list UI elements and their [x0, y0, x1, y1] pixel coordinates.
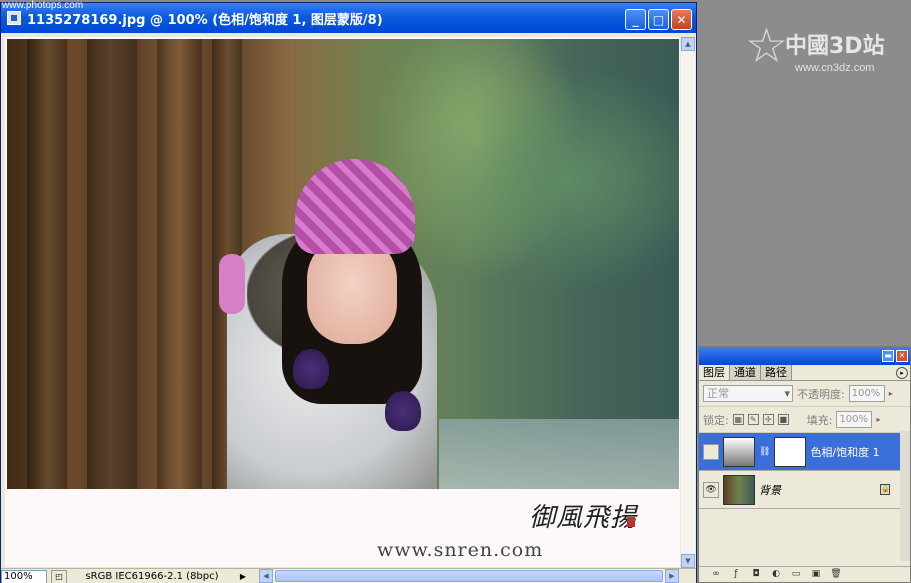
lock-brush-icon[interactable]: ✎	[747, 414, 759, 425]
layer-hue-saturation[interactable]: ⛓ 色相/饱和度 1	[699, 433, 910, 471]
photoshop-doc-icon	[7, 11, 21, 25]
layer-name: 色相/饱和度 1	[810, 445, 880, 459]
scroll-left-icon[interactable]: ◀	[259, 569, 273, 583]
maximize-button[interactable]: □	[648, 9, 669, 30]
tab-layers[interactable]: 图层	[699, 365, 730, 380]
document-titlebar[interactable]: 1135278169.jpg @ 100% (色相/饱和度 1, 图层蒙版/8)…	[1, 3, 696, 33]
new-group-icon[interactable]: ▭	[789, 569, 803, 581]
blend-row: 正常 不透明度: 100% ▸	[699, 381, 910, 407]
panel-tabs: 图层 通道 路径 ▸	[699, 365, 910, 381]
adjustment-thumbnail	[723, 436, 755, 467]
fill-arrow-icon[interactable]: ▸	[876, 415, 880, 424]
eye-icon[interactable]: 👁	[703, 481, 719, 498]
document-title: 1135278169.jpg @ 100% (色相/饱和度 1, 图层蒙版/8)	[27, 12, 383, 28]
photo-image	[7, 39, 679, 489]
new-layer-icon[interactable]: ▣	[809, 569, 823, 581]
lock-row: 锁定: ▦ ✎ ✢ ■ 填充: 100% ▸	[699, 407, 910, 433]
panel-close-icon[interactable]: ✕	[896, 350, 908, 362]
tab-channels[interactable]: 通道	[730, 365, 761, 380]
blend-mode-select[interactable]: 正常	[703, 385, 793, 402]
document-canvas[interactable]: 御風飛揚 www.snren.com	[5, 37, 680, 567]
link-icon[interactable]: ⛓	[759, 447, 770, 457]
opacity-label: 不透明度:	[797, 387, 845, 401]
panel-toolbar: ∞ ƒ ◘ ◐ ▭ ▣ 🗑	[699, 566, 910, 582]
fill-label: 填充:	[806, 413, 833, 427]
lock-label: 锁定:	[703, 413, 729, 427]
top-watermark: www.photops.com	[2, 0, 84, 11]
visibility-toggle[interactable]	[703, 443, 719, 460]
scroll-up-icon[interactable]: ▲	[681, 37, 695, 51]
logo-text: 中國3D站	[785, 34, 885, 59]
star-icon: ☆	[745, 18, 789, 74]
minimize-button[interactable]: _	[625, 9, 646, 30]
status-info-icon[interactable]: ◰	[51, 569, 67, 583]
adjustment-layer-icon[interactable]: ◐	[769, 569, 783, 581]
link-layers-icon[interactable]: ∞	[709, 569, 723, 581]
panel-minimize-icon[interactable]: ▬	[882, 350, 894, 362]
lock-transparency-icon[interactable]: ▦	[732, 414, 744, 425]
vertical-scrollbar[interactable]: ▲ ▼	[681, 37, 695, 568]
color-profile-text: sRGB IEC61966-2.1 (8bpc)	[85, 570, 219, 582]
site-logo: ☆ 中國3D站 www.cn3dz.com	[745, 8, 910, 80]
delete-layer-icon[interactable]: 🗑	[829, 569, 843, 581]
status-menu-arrow-icon[interactable]: ▶	[237, 572, 249, 581]
layer-background[interactable]: 👁 背景 🔒	[699, 471, 910, 509]
scroll-thumb[interactable]	[275, 570, 663, 582]
logo-url: www.cn3dz.com	[795, 62, 875, 74]
layer-style-icon[interactable]: ƒ	[729, 569, 743, 581]
lock-move-icon[interactable]: ✢	[762, 414, 774, 425]
opacity-field[interactable]: 100%	[848, 385, 885, 402]
background-thumbnail	[723, 474, 755, 505]
mask-thumbnail[interactable]	[774, 436, 807, 467]
tab-paths[interactable]: 路径	[761, 365, 792, 380]
lock-all-icon[interactable]: ■	[777, 414, 789, 425]
signature-seal	[627, 517, 635, 527]
document-window: 1135278169.jpg @ 100% (色相/饱和度 1, 图层蒙版/8)…	[0, 2, 697, 583]
opacity-arrow-icon[interactable]: ▸	[889, 389, 893, 398]
panel-menu-icon[interactable]: ▸	[896, 367, 908, 379]
layers-scrollbar[interactable]	[900, 431, 910, 561]
add-mask-icon[interactable]: ◘	[749, 569, 763, 581]
fill-field[interactable]: 100%	[836, 411, 873, 428]
close-button[interactable]: ✕	[671, 9, 692, 30]
horizontal-scrollbar[interactable]: ◀ ▶	[259, 569, 679, 583]
photo-signature: 御風飛揚	[529, 503, 638, 533]
panel-titlebar[interactable]: ▬ ✕	[699, 347, 910, 365]
photo-url-watermark: www.snren.com	[377, 539, 544, 561]
layers-panel: ▬ ✕ 图层 通道 路径 ▸ 正常 不透明度: 100% ▸ 锁定: ▦ ✎ ✢…	[698, 346, 911, 583]
scroll-right-icon[interactable]: ▶	[665, 569, 679, 583]
layer-name: 背景	[759, 483, 781, 497]
lock-icon: 🔒	[880, 484, 890, 495]
zoom-field[interactable]: 100%	[1, 569, 47, 583]
scroll-down-icon[interactable]: ▼	[681, 554, 695, 568]
